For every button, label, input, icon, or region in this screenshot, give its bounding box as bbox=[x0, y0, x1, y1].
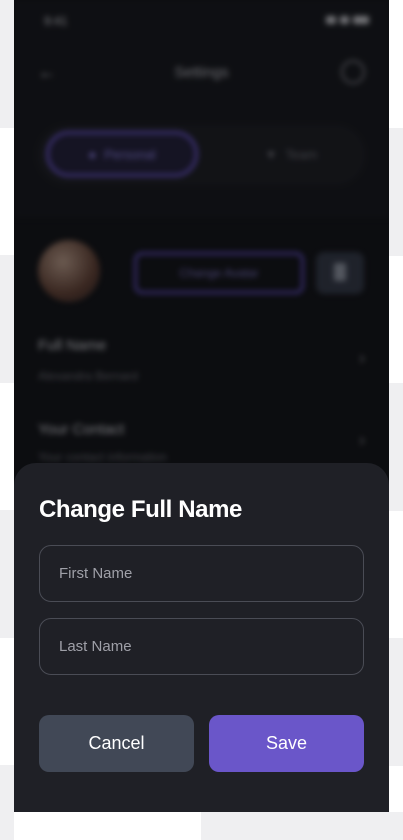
full-name-row-value: Alexandra Bernard bbox=[38, 369, 139, 383]
page-background bbox=[0, 765, 14, 840]
save-button[interactable]: Save bbox=[209, 715, 364, 772]
page-background bbox=[0, 0, 14, 128]
contact-row-subtitle: Your contact information bbox=[38, 450, 167, 464]
chevron-right-icon[interactable]: › bbox=[359, 430, 365, 451]
trash-icon bbox=[334, 263, 346, 281]
bottom-sheet: Change Full Name Cancel Save bbox=[14, 463, 389, 812]
page-background bbox=[389, 638, 403, 766]
first-name-field[interactable] bbox=[39, 545, 364, 602]
page-background bbox=[0, 510, 14, 638]
shield-icon: ▼ bbox=[264, 146, 278, 162]
page-title: Settings bbox=[174, 64, 229, 81]
tab-personal[interactable]: ● Personal bbox=[46, 131, 198, 177]
full-name-row-title: Full Name bbox=[38, 337, 107, 354]
wifi-icon bbox=[340, 16, 349, 24]
sheet-title: Change Full Name bbox=[39, 496, 242, 523]
tab-label: Personal bbox=[104, 146, 156, 162]
signal-icon bbox=[326, 16, 336, 24]
change-avatar-button[interactable]: Change Avatar bbox=[134, 252, 304, 294]
status-icons bbox=[326, 16, 369, 24]
page-background bbox=[389, 128, 403, 256]
help-circle-icon[interactable] bbox=[341, 60, 365, 84]
battery-icon bbox=[353, 16, 369, 24]
tab-team[interactable]: ▼ Team bbox=[226, 131, 356, 177]
cancel-button[interactable]: Cancel bbox=[39, 715, 194, 772]
contact-row-title: Your Contact bbox=[38, 421, 125, 438]
page-background bbox=[0, 255, 14, 383]
status-time: 9:41 bbox=[44, 14, 68, 28]
tab-bar: ● Personal ▼ Team bbox=[36, 124, 366, 186]
avatar bbox=[38, 240, 100, 302]
chevron-right-icon[interactable]: › bbox=[359, 348, 365, 369]
page-background bbox=[201, 812, 403, 840]
phone-screen: 9:41 ← Settings ● Personal ▼ Team Change… bbox=[14, 0, 389, 812]
person-icon: ● bbox=[88, 146, 97, 162]
tab-label: Team bbox=[285, 146, 318, 162]
last-name-field[interactable] bbox=[39, 618, 364, 675]
page-background bbox=[389, 383, 403, 511]
delete-avatar-button[interactable] bbox=[316, 252, 364, 294]
